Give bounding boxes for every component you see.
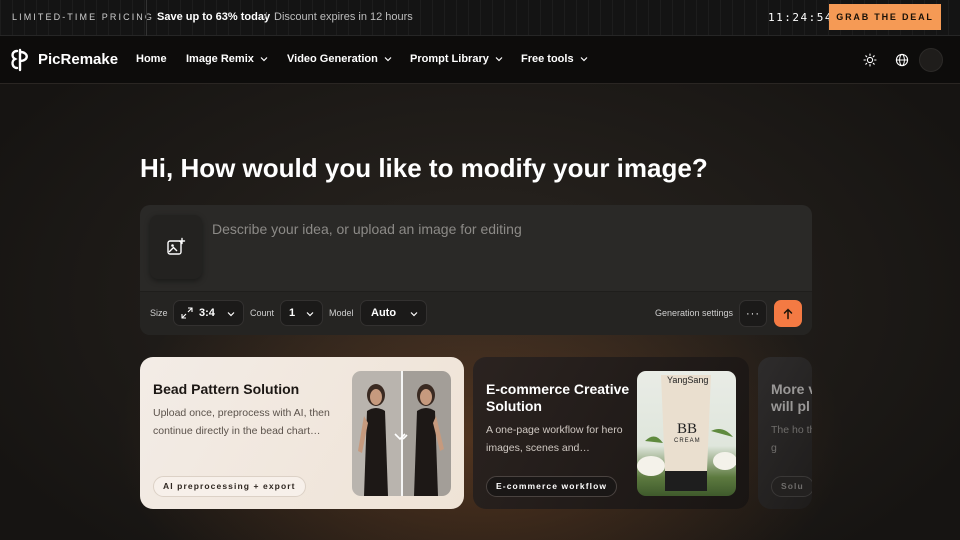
nav-prompt-library[interactable]: Prompt Library: [410, 53, 503, 65]
upload-image-button[interactable]: [150, 215, 202, 279]
chevron-down-icon: [580, 57, 588, 62]
card-title: Bead Pattern Solution: [153, 381, 300, 397]
compare-arrows-icon: [394, 433, 408, 441]
solution-card-more[interactable]: More v will pl The ho three g Solu: [758, 357, 812, 509]
submit-button[interactable]: [774, 300, 802, 327]
promo-divider: [146, 0, 147, 36]
card-description: Upload once, preprocess with AI, then co…: [153, 407, 330, 437]
model-label: Model: [329, 308, 354, 318]
chevron-down-icon: [306, 312, 314, 317]
promo-label: LIMITED-TIME PRICING: [12, 12, 155, 22]
solution-card-bead-pattern[interactable]: Bead Pattern Solution Upload once, prepr…: [140, 357, 464, 509]
promo-separator: /: [264, 11, 268, 23]
generation-settings-link[interactable]: Generation settings: [655, 308, 733, 318]
brand-logo-icon[interactable]: [9, 48, 31, 72]
chevron-down-icon: [410, 312, 418, 317]
product-subname: CREAM: [674, 438, 701, 444]
chevron-down-icon: [384, 57, 392, 62]
model-value: Auto: [371, 307, 397, 319]
size-value: 3:4: [199, 307, 215, 319]
more-options-button[interactable]: ···: [739, 300, 767, 327]
expand-arrows-icon: [181, 307, 193, 319]
language-globe-icon[interactable]: [895, 53, 909, 67]
size-select[interactable]: 3:4: [173, 300, 244, 326]
card-tag: Solu: [771, 476, 812, 497]
add-image-icon: [167, 237, 186, 255]
card-tag: AI preprocessing + export: [153, 476, 306, 497]
nav-video-generation[interactable]: Video Generation: [287, 53, 392, 65]
nav-home-label: Home: [136, 53, 167, 65]
model-select[interactable]: Auto: [360, 300, 427, 326]
count-value: 1: [289, 307, 296, 319]
nav-free-tools[interactable]: Free tools: [521, 53, 588, 65]
chevron-down-icon: [495, 57, 503, 62]
count-label: Count: [250, 308, 275, 318]
solution-card-ecommerce[interactable]: E-commerce Creative Solution A one-page …: [473, 357, 749, 509]
product-image: YangSang BB CREAM: [637, 371, 736, 496]
card-title: E-commerce Creative Solution: [486, 381, 630, 414]
card-tag: E-commerce workflow: [486, 476, 618, 497]
nav-free-tools-label: Free tools: [521, 53, 574, 65]
theme-sun-icon[interactable]: [863, 53, 877, 67]
chevron-down-icon: [260, 57, 268, 62]
nav-video-generation-label: Video Generation: [287, 53, 378, 65]
card-description: The ho three g: [771, 424, 812, 454]
navbar: PicRemake Home Image Remix Video Generat…: [0, 36, 960, 84]
chevron-down-icon: [227, 312, 235, 317]
prompt-composer: Size 3:4 Count 1 Model Auto Generation s…: [140, 205, 812, 335]
promo-subtext: Discount expires in 12 hours: [274, 11, 413, 23]
nav-prompt-library-label: Prompt Library: [410, 53, 489, 65]
arrow-up-icon: [783, 307, 793, 319]
brand-name[interactable]: PicRemake: [38, 51, 118, 68]
prompt-input[interactable]: [212, 217, 792, 241]
avatar[interactable]: [919, 48, 943, 72]
generation-controls: Size 3:4 Count 1 Model Auto Generation s…: [140, 291, 812, 335]
nav-image-remix-label: Image Remix: [186, 53, 254, 65]
size-label: Size: [150, 308, 168, 318]
card-title: More v will pl: [771, 381, 812, 414]
count-select[interactable]: 1: [280, 300, 323, 326]
nav-home[interactable]: Home: [136, 53, 167, 65]
product-brand: YangSang: [667, 375, 709, 385]
promo-bar: LIMITED-TIME PRICING Save up to 63% toda…: [0, 0, 960, 36]
grab-deal-button[interactable]: GRAB THE DEAL: [829, 4, 941, 30]
before-after-image: [352, 371, 451, 496]
countdown-timer: 11:24:54: [768, 11, 833, 24]
promo-headline: Save up to 63% today: [157, 11, 271, 23]
product-name: BB: [677, 421, 698, 437]
page-title: Hi, How would you like to modify your im…: [140, 153, 708, 183]
card-description: A one-page workflow for hero images, sce…: [486, 424, 623, 454]
nav-image-remix[interactable]: Image Remix: [186, 53, 268, 65]
